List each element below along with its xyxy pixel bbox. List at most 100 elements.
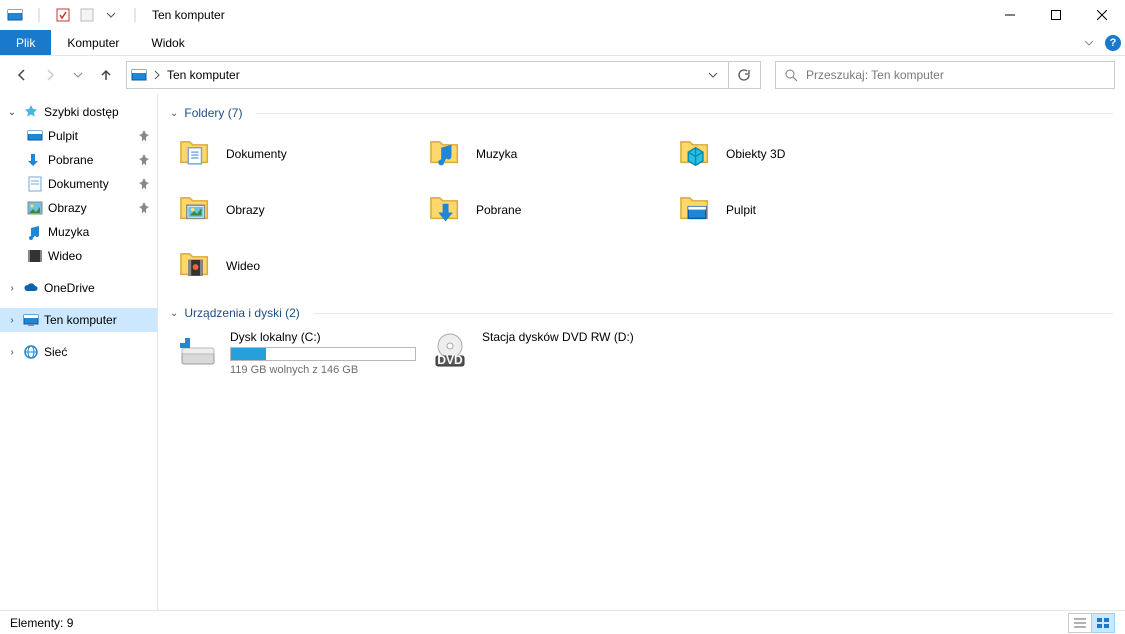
drive-label: Dysk lokalny (C:) [230, 330, 416, 344]
pin-icon [137, 202, 151, 214]
divider [124, 4, 146, 26]
sidebar-item-desktop[interactable]: Pulpit [0, 124, 157, 148]
sidebar-item-label: Pobrane [48, 153, 133, 167]
sidebar-item-label: Pulpit [48, 129, 133, 143]
folder-label: Dokumenty [226, 147, 287, 161]
view-tiles-button[interactable] [1091, 613, 1115, 633]
folder-music[interactable]: Muzyka [420, 126, 670, 182]
folder-pictures[interactable]: Obrazy [170, 182, 420, 238]
sidebar-item-pictures[interactable]: Obrazy [0, 196, 157, 220]
search-box[interactable]: Przeszukaj: Ten komputer [775, 61, 1115, 89]
chevron-right-icon[interactable]: › [6, 315, 18, 326]
sidebar-this-pc[interactable]: › Ten komputer [0, 308, 157, 332]
drive-item[interactable]: DVD Stacja dysków DVD RW (D:) [422, 326, 674, 380]
status-items: Elementy: 9 [10, 616, 73, 630]
search-icon [784, 68, 798, 82]
chevron-right-icon[interactable]: › [6, 347, 18, 358]
drive-usage-bar [230, 347, 416, 361]
pin-icon [137, 154, 151, 166]
sidebar: ⌄ Szybki dostęp Pulpit Pobrane Dokumenty… [0, 94, 158, 610]
sidebar-item-documents[interactable]: Dokumenty [0, 172, 157, 196]
monitor-icon [22, 313, 40, 327]
chevron-right-icon[interactable] [153, 70, 161, 80]
group-devices-header[interactable]: ⌄ Urządzenia i dyski (2) [170, 306, 1113, 320]
folder-objects3d[interactable]: Obiekty 3D [670, 126, 920, 182]
sidebar-item-video[interactable]: Wideo [0, 244, 157, 268]
help-button[interactable]: ? [1101, 30, 1125, 55]
pin-icon [137, 130, 151, 142]
tab-computer[interactable]: Komputer [51, 30, 135, 55]
folder-label: Wideo [226, 259, 260, 273]
up-button[interactable] [94, 63, 118, 87]
address-bar[interactable]: Ten komputer [126, 61, 761, 89]
desktop-icon [26, 129, 44, 143]
qat-properties-icon[interactable] [52, 4, 74, 26]
drive-free-text: 119 GB wolnych z 146 GB [230, 364, 416, 376]
sidebar-item-label: Dokumenty [48, 177, 133, 191]
system-menu-icon[interactable] [4, 4, 26, 26]
music-icon [26, 224, 44, 240]
titlebar: Ten komputer [0, 0, 1125, 30]
maximize-button[interactable] [1033, 0, 1079, 30]
folder-documents[interactable]: Dokumenty [170, 126, 420, 182]
chevron-right-icon[interactable]: › [6, 283, 18, 294]
sidebar-item-label: Wideo [48, 249, 151, 263]
folder-label: Pulpit [726, 203, 756, 217]
qat-newfolder-icon[interactable] [76, 4, 98, 26]
folder-label: Pobrane [476, 203, 521, 217]
folder-label: Muzyka [476, 147, 517, 161]
navigation-row: Ten komputer Przeszukaj: Ten komputer [0, 56, 1125, 94]
pin-icon [137, 178, 151, 190]
sidebar-network[interactable]: › Sieć [0, 340, 157, 364]
divider [28, 4, 50, 26]
tab-view[interactable]: Widok [135, 30, 200, 55]
download-icon [26, 152, 44, 168]
drive-item[interactable]: Dysk lokalny (C:) 119 GB wolnych z 146 GB [170, 326, 422, 380]
window-title: Ten komputer [152, 8, 225, 22]
cloud-icon [22, 282, 40, 294]
chevron-down-icon[interactable]: ⌄ [6, 107, 18, 118]
sidebar-onedrive[interactable]: › OneDrive [0, 276, 157, 300]
chevron-down-icon: ⌄ [170, 308, 178, 319]
breadcrumb[interactable]: Ten komputer [167, 68, 240, 82]
search-placeholder: Przeszukaj: Ten komputer [806, 68, 944, 82]
statusbar: Elementy: 9 [0, 610, 1125, 634]
star-icon [22, 104, 40, 120]
ribbon: Plik Komputer Widok ? [0, 30, 1125, 56]
folder-desktop[interactable]: Pulpit [670, 182, 920, 238]
qat-dropdown-icon[interactable] [100, 4, 122, 26]
hdd-icon [176, 330, 220, 374]
minimize-button[interactable] [987, 0, 1033, 30]
sidebar-quick-access[interactable]: ⌄ Szybki dostęp [0, 100, 157, 124]
chevron-down-icon: ⌄ [170, 108, 178, 119]
pictures-icon [26, 201, 44, 215]
group-folders-header[interactable]: ⌄ Foldery (7) [170, 106, 1113, 120]
sidebar-item-download[interactable]: Pobrane [0, 148, 157, 172]
address-dropdown-icon[interactable] [703, 70, 723, 80]
desktop-icon [676, 190, 716, 230]
music-icon [426, 134, 466, 174]
sidebar-item-label: Muzyka [48, 225, 151, 239]
tab-file[interactable]: Plik [0, 30, 51, 55]
documents-icon [26, 176, 44, 192]
ribbon-collapse-icon[interactable] [1077, 30, 1101, 55]
network-icon [22, 345, 40, 359]
close-button[interactable] [1079, 0, 1125, 30]
forward-button[interactable] [38, 63, 62, 87]
video-icon [26, 249, 44, 263]
svg-text:DVD: DVD [437, 353, 463, 367]
back-button[interactable] [10, 63, 34, 87]
recent-dropdown-icon[interactable] [66, 63, 90, 87]
group-folders-title: Foldery (7) [184, 106, 242, 120]
view-details-button[interactable] [1068, 613, 1092, 633]
video-icon [176, 246, 216, 286]
refresh-button[interactable] [728, 61, 756, 89]
folder-label: Obiekty 3D [726, 147, 785, 161]
dvd-icon: DVD [428, 330, 472, 374]
pictures-icon [176, 190, 216, 230]
sidebar-item-music[interactable]: Muzyka [0, 220, 157, 244]
folder-video[interactable]: Wideo [170, 238, 420, 294]
documents-icon [176, 134, 216, 174]
group-devices-title: Urządzenia i dyski (2) [184, 306, 299, 320]
folder-download[interactable]: Pobrane [420, 182, 670, 238]
